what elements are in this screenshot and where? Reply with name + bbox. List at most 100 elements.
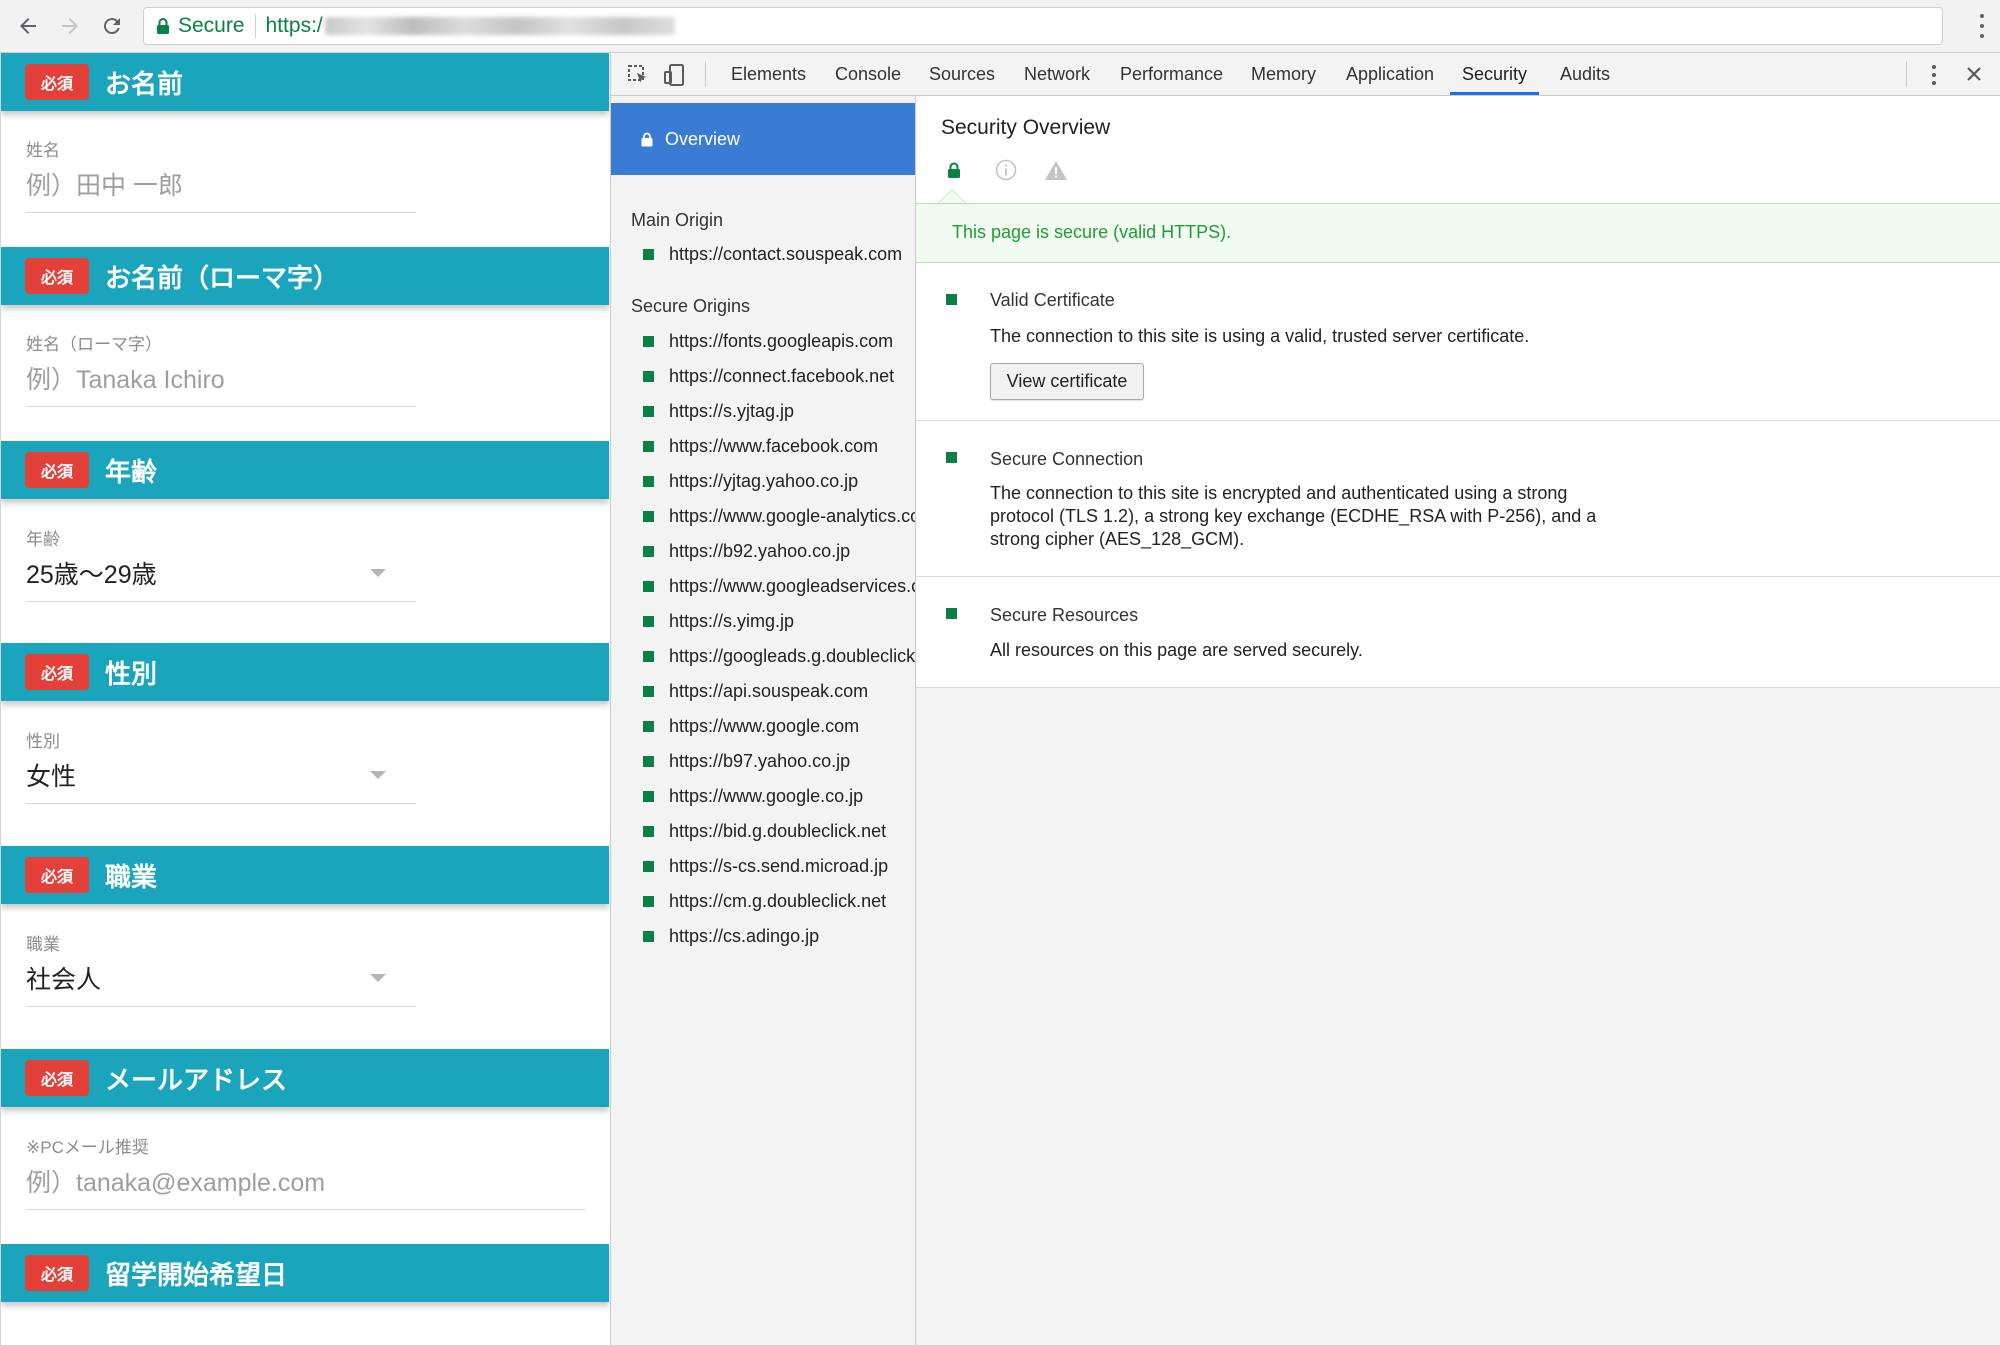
view-certificate-button[interactable]: View certificate [990,363,1144,400]
field-label: ※PCメール推奨 [26,1138,149,1157]
secure-status-icon [643,790,654,802]
origin-url: https://contact.souspeak.com [669,243,903,264]
selected-value: 25歳〜29歳 [26,561,157,589]
origin-item[interactable]: https://api.souspeak.com [611,676,915,706]
occupation-select[interactable]: 職業 社会人 [26,930,416,1007]
address-bar[interactable]: Secure https:/ [143,7,1943,45]
secure-status-icon [643,650,654,662]
summary-pointer [938,189,966,203]
tab-audits[interactable]: Audits [1560,53,1610,95]
kebab-menu-icon [1980,14,1984,18]
origin-item[interactable]: https://www.googleadservices.com [611,571,915,601]
email-field[interactable]: ※PCメール推奨 例）tanaka@example.com [26,1133,586,1210]
origin-url: https://s.yjtag.jp [669,400,795,421]
security-overview-panel: Security Overview This page is secure (v… [916,96,2000,1345]
secure-status-icon [643,755,654,767]
inspect-element-icon[interactable] [626,63,650,87]
origin-item[interactable]: https://www.google.co.jp [611,781,915,811]
security-sidebar: Overview Main Origin https://contact.sou… [611,96,916,1345]
origin-url: https://cs.adingo.jp [669,925,820,946]
origin-item[interactable]: https://www.google.com [611,711,915,741]
secure-status-icon [643,405,654,417]
overview-header: Security Overview [916,96,2000,204]
tab-performance[interactable]: Performance [1120,53,1223,95]
origin-item-main[interactable]: https://contact.souspeak.com [611,239,915,269]
section-title: メールアドレス [105,1064,288,1095]
required-badge: 必須 [25,452,89,488]
section-header-gender: 必須 性別 [1,643,609,701]
secure-summary-text: This page is secure (valid HTTPS). [952,222,1232,242]
selected-value: 社会人 [26,966,102,994]
url-text: https:/ [265,14,323,37]
required-badge: 必須 [25,857,89,893]
secure-status-icon [643,335,654,347]
origin-item[interactable]: https://s-cs.send.microad.jp [611,851,915,881]
tab-console[interactable]: Console [835,53,901,95]
origin-item[interactable]: https://yjtag.yahoo.co.jp [611,466,915,496]
required-badge: 必須 [25,1255,89,1291]
lock-icon [641,132,653,146]
url-redacted [324,17,675,35]
close-icon[interactable] [1962,62,1986,86]
card-description: The connection to this site is encrypted… [990,483,1597,549]
origin-item[interactable]: https://www.facebook.com [611,431,915,461]
origin-item[interactable]: https://s.yjtag.jp [611,396,915,426]
section-header-email: 必須 メールアドレス [1,1049,609,1107]
devtools-panel: Elements Console Sources Network Perform… [610,53,2000,1345]
forward-button[interactable] [52,8,88,44]
sidebar-item-overview[interactable]: Overview [611,103,915,175]
required-badge: 必須 [25,1060,89,1096]
tab-application[interactable]: Application [1346,53,1434,95]
origin-url: https://b92.yahoo.co.jp [669,540,851,561]
tab-divider [1906,61,1907,87]
origin-item[interactable]: https://googleads.g.doubleclick.net [611,641,915,671]
card-description: The connection to this site is using a v… [990,326,1530,346]
secure-status-icon [643,825,654,837]
origin-item[interactable]: https://connect.facebook.net [611,361,915,391]
secure-status-icon [946,452,957,463]
overview-title: Security Overview [941,116,1111,139]
origin-item[interactable]: https://cs.adingo.jp [611,921,915,951]
section-title: 性別 [105,658,158,689]
card-title: Valid Certificate [990,290,1115,310]
browser-menu-button[interactable] [1976,11,1988,41]
section-title: 年齢 [105,456,158,487]
card-title: Secure Resources [990,605,1139,625]
section-header-occupation: 必須 職業 [1,846,609,904]
section-header-age: 必須 年齢 [1,441,609,499]
name-field[interactable]: 姓名 例）田中 一郎 [26,136,416,213]
origin-item[interactable]: https://bid.g.doubleclick.net [611,816,915,846]
age-select[interactable]: 年齢 25歳〜29歳 [26,525,416,602]
main-origin-heading: Main Origin [631,210,724,230]
origin-item[interactable]: https://b97.yahoo.co.jp [611,746,915,776]
origin-item[interactable]: https://b92.yahoo.co.jp [611,536,915,566]
secure-status-icon [643,510,654,522]
origin-item[interactable]: https://fonts.googleapis.com [611,326,915,356]
gender-select[interactable]: 性別 女性 [26,727,416,804]
info-icon [995,159,1017,181]
tab-security[interactable]: Security [1450,53,1540,95]
romaji-name-field[interactable]: 姓名（ローマ字） 例）Tanaka Ichiro [26,330,416,407]
dropdown-caret-icon [370,974,386,982]
tab-sources[interactable]: Sources [929,53,995,95]
origin-item[interactable]: https://cm.g.doubleclick.net [611,886,915,916]
tab-memory[interactable]: Memory [1251,53,1316,95]
origin-item[interactable]: https://www.google-analytics.com [611,501,915,531]
tab-network[interactable]: Network [1024,53,1090,95]
section-header-name: 必須 お名前 [1,53,609,111]
origin-url: https://www.facebook.com [669,435,879,456]
secure-resources-card: Secure Resources All resources on this p… [916,577,2000,688]
tab-elements[interactable]: Elements [731,53,806,95]
back-button[interactable] [10,8,46,44]
devtools-menu-button[interactable] [1929,63,1939,87]
origin-url: https://s-cs.send.microad.jp [669,855,889,876]
secure-status-icon [643,685,654,697]
address-separator [254,14,256,38]
secure-label: Secure [178,14,245,37]
secure-status-icon [643,248,654,260]
lock-icon [157,18,169,34]
secure-status-icon [643,930,654,942]
device-toolbar-icon[interactable] [663,63,687,87]
reload-button[interactable] [94,8,130,44]
origin-item[interactable]: https://s.yimg.jp [611,606,915,636]
